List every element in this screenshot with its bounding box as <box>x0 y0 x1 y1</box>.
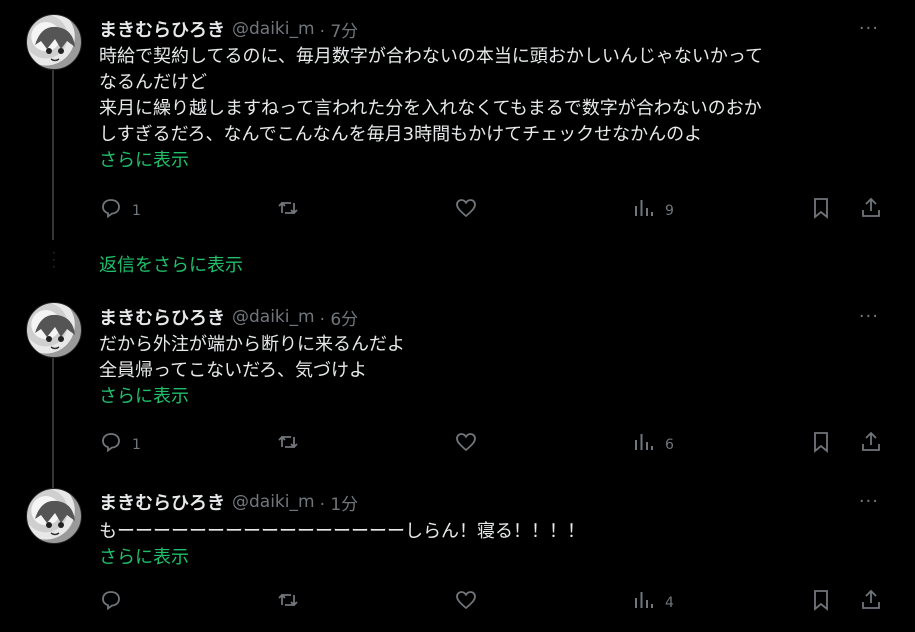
bookmark-icon <box>814 590 828 611</box>
tweet-text-line: 来月に繰り越しますねって言われた分を入れなくてもまるで数字が合わないのおか <box>99 98 762 119</box>
like-button[interactable] <box>454 196 478 220</box>
reply-icon <box>102 199 120 219</box>
bookmark-button[interactable] <box>809 588 833 612</box>
thread-line <box>52 358 54 498</box>
avatar[interactable] <box>26 302 82 358</box>
tweet-text: だから外注が端から断りに来るんだよ 全員帰ってこないだろ、気づけよ さらに表示 <box>99 332 889 410</box>
tweet-actions: 4 <box>99 588 885 614</box>
tweet-text-line: 全員帰ってこないだろ、気づけよ <box>99 360 368 381</box>
share-icon <box>862 589 880 609</box>
user-handle[interactable]: @daiki_m <box>232 492 315 512</box>
like-icon <box>456 591 476 610</box>
tweet-text: 時給で契約してるのに、毎月数字が合わないの本当に頭おかしいんじゃないかって なる… <box>99 44 889 174</box>
tweet-text: もーーーーーーーーーーーーーーーーしらん！寝る！！！！ さらに表示 <box>99 519 889 571</box>
show-more-link[interactable]: さらに表示 <box>99 545 889 571</box>
views-icon <box>635 434 653 450</box>
tweet-text-line: しすぎるだろ、なんでこんなんを毎月3時間もかけてチェックせなかんのよ <box>99 124 703 145</box>
share-icon <box>862 431 880 451</box>
retweet-button[interactable] <box>276 588 300 612</box>
views-button[interactable]: 4 <box>632 588 674 612</box>
display-name[interactable]: まきむらひろき <box>99 16 225 42</box>
user-handle[interactable]: @daiki_m <box>232 19 315 39</box>
bookmark-icon <box>814 198 828 219</box>
show-more-link[interactable]: さらに表示 <box>99 384 889 410</box>
more-options-button[interactable]: ··· <box>859 18 879 39</box>
reply-count: 1 <box>132 437 141 453</box>
views-button[interactable]: 9 <box>632 196 674 220</box>
tweet-text-line: 時給で契約してるのに、毎月数字が合わないの本当に頭おかしいんじゃないかって <box>99 46 764 67</box>
tweet-text-line: もーーーーーーーーーーーーーーーーしらん！寝る！！！！ <box>99 521 585 542</box>
reply-button[interactable] <box>99 588 132 612</box>
show-more-link[interactable]: さらに表示 <box>99 148 889 174</box>
avatar[interactable] <box>26 488 82 544</box>
reply-button[interactable]: 1 <box>99 196 141 220</box>
views-count: 4 <box>665 595 674 611</box>
display-name[interactable]: まきむらひろき <box>99 304 225 330</box>
views-icon <box>635 592 653 608</box>
retweet-button[interactable] <box>276 430 300 454</box>
like-icon <box>456 199 476 218</box>
views-icon <box>635 200 653 216</box>
retweet-icon <box>278 201 298 215</box>
reply-count: 1 <box>132 203 141 219</box>
views-count: 9 <box>665 203 674 219</box>
tweet-header: まきむらひろき @daiki_m · 6分 <box>99 304 359 330</box>
timestamp[interactable]: · 1分 <box>320 490 359 515</box>
display-name[interactable]: まきむらひろき <box>99 489 225 515</box>
tweet-header: まきむらひろき @daiki_m · 7分 <box>99 16 359 42</box>
more-options-button[interactable]: ··· <box>859 306 879 327</box>
share-button[interactable] <box>859 430 883 454</box>
tweet-actions: 1 9 <box>99 196 885 222</box>
reply-button[interactable]: 1 <box>99 430 141 454</box>
share-button[interactable] <box>859 196 883 220</box>
user-handle[interactable]: @daiki_m <box>232 307 315 327</box>
bookmark-button[interactable] <box>809 196 833 220</box>
tweet-actions: 1 6 <box>99 430 885 456</box>
tweet-text-line: なるんだけど <box>99 72 207 93</box>
tweet-header: まきむらひろき @daiki_m · 1分 <box>99 489 359 515</box>
timestamp[interactable]: · 7分 <box>320 17 359 42</box>
share-button[interactable] <box>859 588 883 612</box>
reply-icon <box>102 591 120 611</box>
bookmark-button[interactable] <box>809 430 833 454</box>
like-button[interactable] <box>454 588 478 612</box>
tweet-text-line: だから外注が端から断りに来るんだよ <box>99 334 405 355</box>
like-icon <box>456 433 476 452</box>
thread-line <box>52 70 54 240</box>
views-button[interactable]: 6 <box>632 430 674 454</box>
more-options-button[interactable]: ··· <box>859 491 879 512</box>
timestamp[interactable]: · 6分 <box>320 305 359 330</box>
views-count: 6 <box>665 437 674 453</box>
retweet-button[interactable] <box>276 196 300 220</box>
bookmark-icon <box>814 432 828 453</box>
reply-icon <box>102 433 120 453</box>
show-more-replies-link[interactable]: 返信をさらに表示 <box>99 251 243 277</box>
retweet-icon <box>278 435 298 449</box>
retweet-icon <box>278 593 298 607</box>
avatar[interactable] <box>26 14 82 70</box>
thread-dots: · · · <box>52 246 56 274</box>
like-button[interactable] <box>454 430 478 454</box>
share-icon <box>862 197 880 217</box>
